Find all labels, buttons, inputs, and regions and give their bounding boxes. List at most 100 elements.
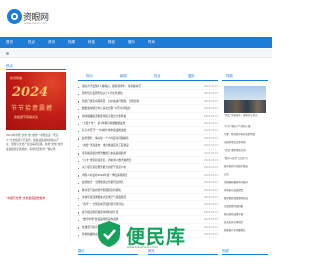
news-row[interactable]: “打卡”景区持续走红，周末游人数大幅增长 2024-03-15 (78, 158, 218, 165)
site-header: 资眼网 www.zixun.com (0, 0, 272, 34)
news-row[interactable]: 生态环境部通报重点区域空气质量情况 2024-03-15 (78, 195, 218, 202)
nav-item-fashion[interactable]: 时尚 (148, 37, 155, 48)
bullet-icon (78, 212, 80, 214)
tab-international[interactable]: 国际 (188, 72, 195, 80)
news-title[interactable]: 关于提升基层服务能力的若干意见公布 (82, 165, 178, 171)
news-title[interactable]: 最新统计：全国快递业务量同比增长 (82, 180, 178, 186)
banner-headline: 节节拾意震撼 (11, 105, 54, 112)
news-row[interactable]: 政务服务：事关每一个人的民生问题解读 2024-03-15 (78, 136, 218, 143)
right-news-item[interactable]: 全国春耕备耕有序展开 (224, 180, 266, 186)
news-title[interactable]: “科学”：全国多地开展科普宣传活动 (82, 202, 178, 208)
banner-background (6, 72, 66, 130)
tab-news[interactable]: 新闻 (120, 72, 127, 80)
bullet-icon (78, 86, 80, 88)
news-date: 2024-03-15 (204, 173, 218, 177)
news-date: 2024-03-15 (204, 107, 218, 111)
news-row[interactable]: 中国人寿发布2024年第一季度保险报告 2024-03-15 (78, 173, 218, 180)
news-row[interactable]: 数据发布报告中心多次出现“公开时间更改” 2024-03-15 (78, 106, 218, 113)
bullet-icon (78, 167, 80, 170)
feature-banner[interactable]: 新闻联播 2024 节节拾意震撼 这些细节值得关注 (6, 72, 66, 130)
news-row[interactable]: 北京市召开“一户两制”城市建设推进会 2024-03-15 (78, 128, 218, 135)
nav-item-home[interactable]: 首页 (6, 37, 13, 48)
nav-item-hot[interactable]: 热点 (28, 37, 35, 48)
news-title[interactable]: 生态环境部通报重点区域空气质量情况 (82, 195, 178, 201)
right-news-item[interactable]: 多地发布高温预警 (224, 188, 266, 194)
left-section-title-text: 热点 (6, 64, 13, 68)
news-title[interactable]: 教育部门发布新学期课程安排通知 (82, 188, 178, 194)
tab-hot[interactable]: 热点 (154, 72, 161, 80)
footer-section-hot: 热闻 (222, 247, 268, 255)
news-tabs: 热问 新闻 热点 国际 (78, 72, 218, 81)
news-title[interactable]: “全民十年”：第1年教育基础数据发布 (82, 121, 178, 127)
right-news-item[interactable]: “打卡”景区人气持续火爆 (224, 124, 266, 130)
nav-item-news[interactable]: 资讯 (48, 37, 55, 48)
news-title[interactable]: “两会”消息发布：重点推进民生工程建设 (82, 143, 178, 149)
news-date: 2024-03-15 (204, 181, 218, 185)
news-row[interactable]: 专家解读最新经济数据与未来发展趋势 2024-03-15 (78, 151, 218, 157)
right-news-item[interactable]: 城市更新行动稳步推进 (224, 164, 266, 170)
news-date: 2024-03-15 (204, 196, 218, 199)
news-row[interactable]: “科学”：全国多地开展科普宣传活动 2024-03-15 (78, 202, 218, 209)
right-news-item[interactable]: 就业形势总体稳定 (224, 220, 266, 226)
lead-article-link[interactable]: “中国与世界”文旅发展报告发布 (6, 196, 45, 200)
right-news-item[interactable]: 新能源汽车销量增长 (224, 228, 266, 234)
news-title[interactable]: 中国人寿发布2024年第一季度保险报告 (82, 173, 178, 179)
nav-item-entertainment[interactable]: 娱乐 (128, 37, 135, 48)
news-title[interactable]: 新闻联播报道重要举措呈现出全新风格 (82, 114, 178, 120)
right-news-item[interactable]: “数字人民币”试点扩大 (224, 156, 266, 162)
nav-item-tech[interactable]: 科技 (88, 37, 95, 48)
right-section-title-text: 时闻 (226, 74, 233, 78)
watermark-subtitle: www.bianminku.com (127, 245, 159, 249)
news-row[interactable]: 国务院分发国务院关于1号文件通知 2024-03-15 (78, 91, 218, 98)
thumbnail-sky (224, 86, 266, 100)
news-row[interactable]: “全民十年”：第1年教育基础数据发布 2024-03-15 (78, 121, 218, 128)
bullet-icon (78, 145, 80, 148)
news-title[interactable]: 湖北大学发现5人遇难后，继续调查中，专家看情况 (82, 84, 178, 90)
right-section-title: 时闻 (222, 72, 268, 81)
news-title[interactable]: 春节假日期间旅游市场持续升温 (82, 210, 178, 216)
nav-item-hotnews[interactable]: 热闻 (68, 37, 75, 48)
news-date: 2024-03-15 (204, 225, 218, 229)
thumbnail-caption[interactable]: “两会”消息发布：聚焦民生热点 (224, 114, 266, 118)
news-date: 2024-03-15 (204, 159, 218, 162)
nav-item-finance[interactable]: 财经 (108, 37, 115, 48)
news-row[interactable]: 关于提升基层服务能力的若干意见公布 2024-03-15 (78, 165, 218, 172)
news-title[interactable]: 数据发布报告中心多次出现“公开时间更改” (82, 106, 178, 112)
news-thumbnail[interactable] (224, 86, 266, 113)
bullet-icon (78, 130, 80, 133)
bullet-icon (78, 116, 80, 118)
right-news-item[interactable]: 公告 (224, 172, 266, 178)
news-date: 2024-03-15 (204, 92, 218, 96)
tab-hot-questions[interactable]: 热问 (86, 72, 93, 80)
right-news-item[interactable]: 教育惠民政策落地见效 (224, 196, 266, 202)
news-date: 2024-03-15 (204, 144, 218, 148)
lead-article-text: 2024年中国“文化”和“旅游”“中国最美”“老实人”全文报道公开发布，随着政策… (6, 134, 64, 151)
news-row[interactable]: 最新统计：全国快递业务量同比增长 2024-03-15 (78, 180, 218, 187)
news-row[interactable]: 湖北大学发现5人遇难后，继续调查中，专家看情况 2024-03-15 (78, 84, 218, 91)
right-news-item[interactable]: “天宫”课堂再度开讲 (224, 148, 266, 154)
right-news-item[interactable]: 专家：经济稳中向好态势明显 (224, 132, 266, 138)
right-news-item[interactable]: 全国多地出台新举措 (224, 140, 266, 146)
dot-icon (6, 52, 9, 55)
news-date: 2024-03-15 (204, 210, 218, 214)
news-row[interactable]: 新闻联播报道重要举措呈现出全新风格 2024-03-15 (78, 114, 218, 120)
bullet-icon (78, 227, 80, 229)
news-row[interactable]: 春节假日期间旅游市场持续升温 2024-03-15 (78, 210, 218, 217)
right-news-item[interactable]: 科技创新成果丰硕 (224, 212, 266, 218)
news-title[interactable]: 北京市召开“一户两制”城市建设推进会 (82, 128, 178, 134)
thumbnail-crowd (224, 100, 266, 113)
bullet-icon (78, 182, 80, 185)
shield-icon (98, 221, 120, 247)
news-title[interactable]: 专家解读最新经济数据与未来发展趋势 (82, 151, 178, 157)
bullet-icon (78, 93, 80, 96)
news-title[interactable]: 国务院分发国务院关于1号文件通知 (82, 91, 178, 97)
news-date: 2024-03-15 (204, 203, 218, 207)
news-row[interactable]: “两会”消息发布：重点推进民生工程建设 2024-03-15 (78, 143, 218, 150)
right-news-item[interactable]: 文旅消费持续回暖 (224, 204, 266, 210)
news-title[interactable]: 监管已重新审理项目：对价格进行规划，合理控制 (82, 99, 178, 105)
news-row[interactable]: 教育部门发布新学期课程安排通知 2024-03-15 (78, 188, 218, 194)
news-row[interactable]: 监管已重新审理项目：对价格进行规划，合理控制 2024-03-15 (78, 99, 218, 106)
news-date: 2024-03-15 (204, 122, 218, 125)
news-title[interactable]: 政务服务：事关每一个人的民生问题解读 (82, 136, 178, 142)
news-title[interactable]: “打卡”景区持续走红，周末游人数大幅增长 (82, 158, 178, 164)
